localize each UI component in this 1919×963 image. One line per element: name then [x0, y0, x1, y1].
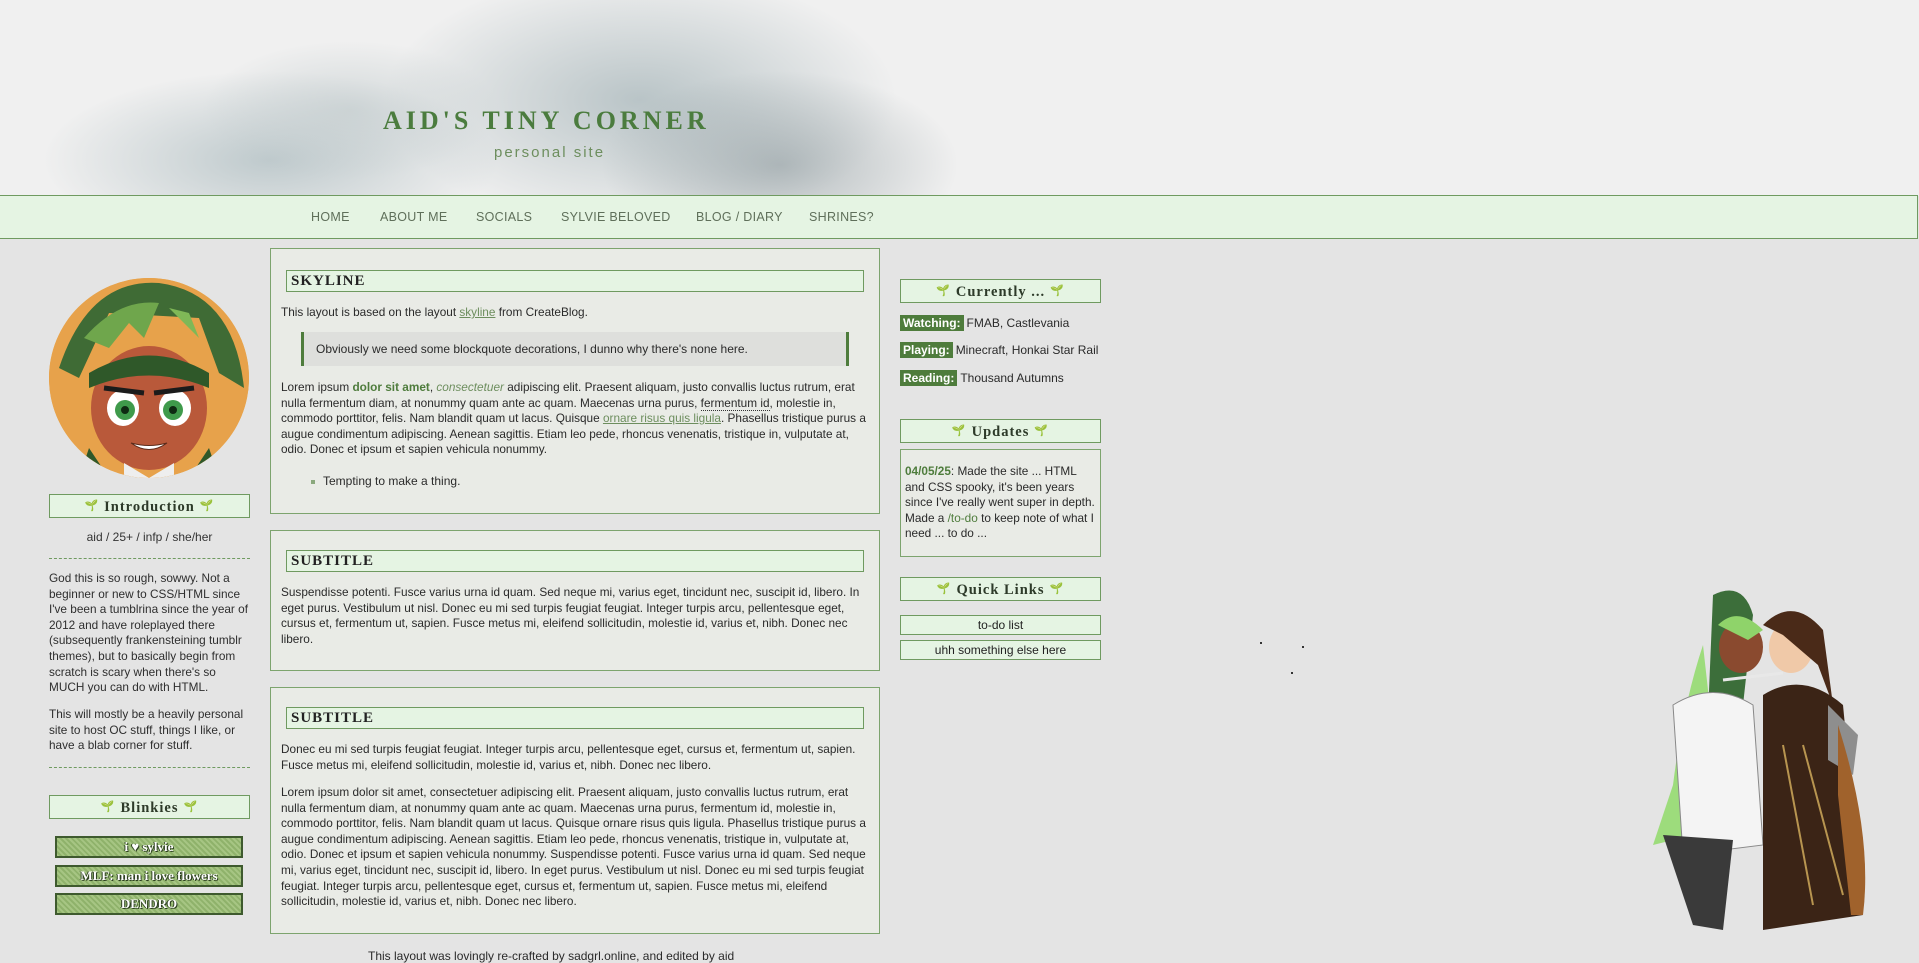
updates-box: 04/05/25: Made the site ... HTML and CSS…: [900, 449, 1101, 557]
sprout-icon: 🌱: [1034, 425, 1050, 437]
nav-about-me[interactable]: ABOUT ME: [380, 210, 447, 224]
introduction-heading: 🌱 Introduction 🌱: [49, 494, 250, 518]
avatar: [49, 278, 249, 478]
status-badge: Playing:: [900, 342, 953, 358]
nav-bar: HOME ABOUT ME SOCIALS SYLVIE BELOVED BLO…: [0, 195, 1918, 239]
content-panel-subtitle-1: SUBTITLE Suspendisse potenti. Fusce vari…: [270, 530, 880, 671]
blinkies-heading: 🌱 Blinkies 🌱: [49, 795, 250, 819]
panel-paragraph: Lorem ipsum dolor sit amet, consectetuer…: [281, 785, 866, 909]
bullet-icon: [311, 479, 315, 484]
bio-paragraph: This will mostly be a heavily personal s…: [49, 707, 244, 753]
pronouns-line: aid / 25+ / infp / she/her: [86, 530, 213, 544]
decoration-dot: [1302, 646, 1304, 648]
sprout-icon: 🌱: [951, 425, 967, 437]
currently-heading: 🌱 Currently ... 🌱: [900, 279, 1101, 303]
panel-title: SUBTITLE: [286, 707, 864, 729]
update-date: 04/05/25: [905, 464, 951, 478]
panel-paragraph: Donec eu mi sed turpis feugiat feugiat. …: [281, 742, 856, 772]
decoration-dot: [1260, 642, 1262, 644]
nav-socials[interactable]: SOCIALS: [476, 210, 532, 224]
currently-reading: Reading: Thousand Autumns: [900, 370, 1064, 386]
divider: [49, 558, 250, 559]
sprout-icon: 🌱: [936, 583, 952, 595]
nav-blog-diary[interactable]: BLOG / DIARY: [696, 210, 783, 224]
avatar-illustration: [49, 278, 249, 478]
sprout-icon: 🌱: [183, 801, 199, 813]
nav-shrines[interactable]: SHRINES?: [809, 210, 874, 224]
sprout-icon: 🌱: [1049, 583, 1065, 595]
quick-link-other[interactable]: uhh something else here: [900, 640, 1101, 660]
content-panel-subtitle-2: SUBTITLE Donec eu mi sed turpis feugiat …: [270, 687, 880, 934]
nav-home[interactable]: HOME: [311, 210, 350, 224]
status-badge: Watching:: [900, 315, 964, 331]
site-header: AID'S TINY CORNER personal site: [0, 0, 1919, 196]
blinkie-sylvie[interactable]: i ♥ sylvie: [55, 836, 243, 858]
status-badge: Reading:: [900, 370, 958, 386]
blockquote: Obviously we need some blockquote decora…: [301, 332, 849, 366]
divider: [49, 767, 250, 768]
ornare-link[interactable]: ornare risus quis ligula: [603, 411, 721, 425]
currently-playing: Playing: Minecraft, Honkai Star Rail: [900, 342, 1098, 358]
sprout-icon: 🌱: [936, 285, 951, 297]
sprout-icon: 🌱: [100, 801, 116, 813]
panel-title: SUBTITLE: [286, 550, 864, 572]
panel-title: SKYLINE: [286, 270, 864, 292]
nav-sylvie-beloved[interactable]: SYLVIE BELOVED: [561, 210, 671, 224]
panel-paragraph: Suspendisse potenti. Fusce varius urna i…: [281, 585, 860, 646]
updates-heading: 🌱 Updates 🌱: [900, 419, 1101, 443]
quick-links-heading: 🌱 Quick Links 🌱: [900, 577, 1101, 601]
currently-watching: Watching: FMAB, Castlevania: [900, 315, 1069, 331]
decoration-dot: [1291, 672, 1293, 674]
sprout-icon: 🌱: [199, 500, 215, 512]
site-subtitle: personal site: [494, 144, 606, 161]
list-item: Tempting to make a thing.: [311, 474, 460, 488]
blinkie-mlf[interactable]: MLF: man i love flowers: [55, 865, 243, 887]
site-title: AID'S TINY CORNER: [383, 106, 710, 135]
layout-credit-text: This layout is based on the layout skyli…: [281, 305, 588, 319]
sprout-icon: 🌱: [1050, 285, 1065, 297]
sprout-icon: 🌱: [84, 500, 100, 512]
lorem-paragraph: Lorem ipsum dolor sit amet, consectetuer…: [281, 380, 866, 457]
todo-link[interactable]: /to-do: [948, 511, 978, 525]
quick-link-todo[interactable]: to-do list: [900, 615, 1101, 635]
content-panel-skyline: SKYLINE This layout is based on the layo…: [270, 248, 880, 514]
skyline-link[interactable]: skyline: [459, 305, 495, 319]
bio-paragraph: God this is so rough, sowwy. Not a begin…: [49, 571, 248, 695]
blinkie-dendro[interactable]: DENDRO: [55, 893, 243, 915]
character-art: [1653, 590, 1866, 930]
